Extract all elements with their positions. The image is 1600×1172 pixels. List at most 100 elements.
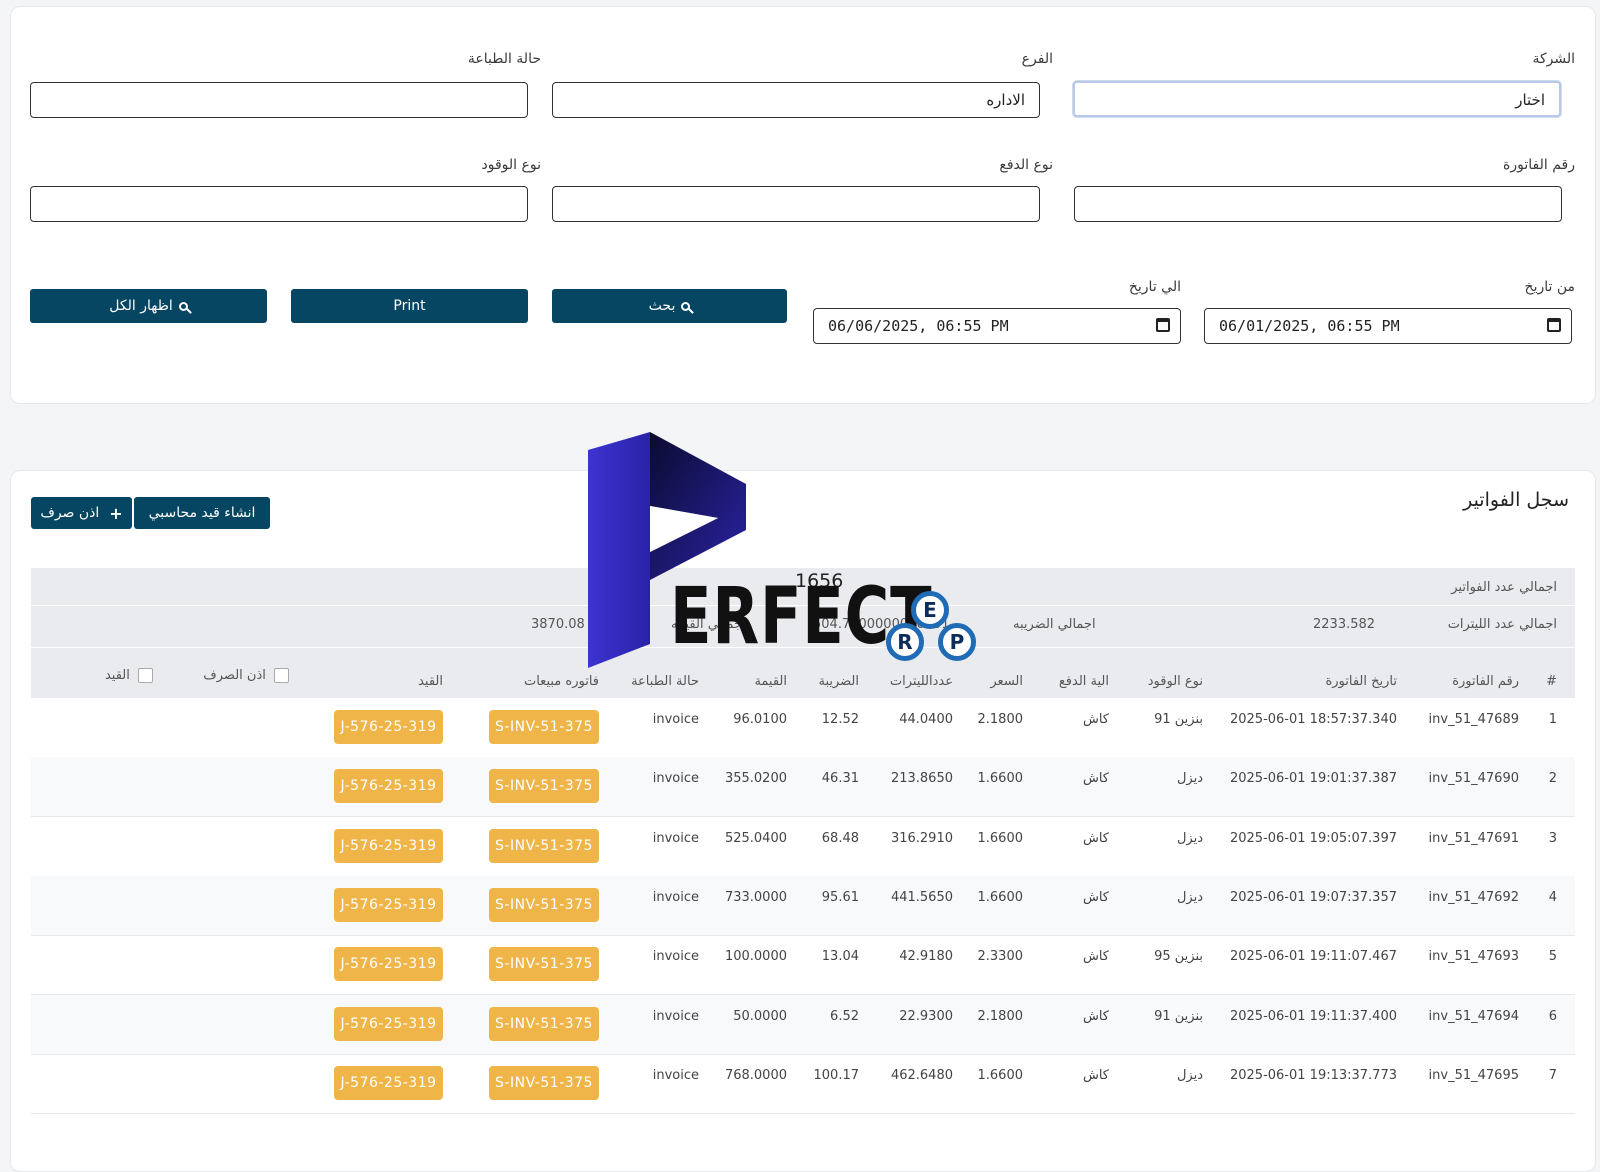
sales-invoice-link[interactable]: S-INV-51-375 <box>489 1006 599 1041</box>
show-all-button-label: اظهار الكل <box>109 298 173 314</box>
calendar-icon[interactable] <box>1547 318 1561 332</box>
payment-type-select[interactable] <box>552 186 1040 222</box>
invoice-no-input[interactable] <box>1074 186 1562 222</box>
search-button[interactable]: بحث <box>552 289 787 323</box>
cell-invoice-no: inv_51_47693 <box>1428 949 1519 965</box>
cell-price: 1.6600 <box>977 830 1024 846</box>
filters-card: الشركة اختار الفرع الاداره حالة الطباعة … <box>10 6 1596 404</box>
col-entry-check: القيد <box>105 668 153 683</box>
cell-num: 1 <box>1548 712 1557 727</box>
logo-letter-circle: R <box>886 623 924 661</box>
cell-invoice-date: 2025-06-01 18:57:37.340 <box>1229 712 1397 727</box>
entry-link[interactable]: J-576-25-319 <box>334 710 443 744</box>
plus-icon: + <box>109 503 123 523</box>
cell-liters: 44.0400 <box>899 712 953 727</box>
entry-select-all-checkbox[interactable] <box>138 668 153 683</box>
cell-fuel-type: ديزل <box>1176 1067 1203 1083</box>
cell-price: 1.6600 <box>977 889 1024 905</box>
disbursement-select-all-checkbox[interactable] <box>274 668 289 683</box>
cell-invoice-no: inv_51_47689 <box>1428 712 1519 727</box>
cell-payment-method: كاش <box>1082 949 1109 965</box>
cell-invoice-date: 2025-06-01 19:07:37.357 <box>1229 889 1397 905</box>
cell-invoice-date: 2025-06-01 19:11:37.400 <box>1229 1008 1397 1024</box>
branch-select[interactable]: الاداره <box>552 82 1040 118</box>
table-row: 5 inv_51_47693 2025-06-01 19:11:07.467 بنزي… <box>31 935 1575 996</box>
sales-invoice-link[interactable]: S-INV-51-375 <box>489 769 599 804</box>
cell-value: 355.0200 <box>724 771 787 787</box>
cell-print-status: invoice <box>652 712 699 727</box>
logo-letter-circle: E <box>911 591 949 629</box>
payment-type-label: نوع الدفع <box>999 157 1053 173</box>
cell-num: 2 <box>1548 771 1557 787</box>
calendar-icon[interactable] <box>1156 318 1170 332</box>
sales-invoice-link[interactable]: S-INV-51-375 <box>489 887 599 922</box>
from-date-input[interactable]: 06/01/2025, 06:55 PM <box>1204 308 1572 344</box>
cell-value: 96.0100 <box>733 712 787 727</box>
cell-price: 2.3300 <box>977 949 1024 965</box>
company-select[interactable]: اختار <box>1073 81 1561 117</box>
col-tax: الضريبة <box>818 674 859 689</box>
print-button[interactable]: Print <box>291 289 528 323</box>
show-all-button[interactable]: اظهار الكل <box>30 289 267 323</box>
col-num: # <box>1546 674 1557 689</box>
cell-tax: 95.61 <box>821 889 859 905</box>
entry-link[interactable]: J-576-25-319 <box>334 769 443 804</box>
disbursement-button[interactable]: + اذن صرف <box>31 497 132 529</box>
cell-fuel-type: بنزين 95 <box>1154 949 1203 965</box>
sales-invoice-link[interactable]: S-INV-51-375 <box>489 1065 599 1100</box>
cell-print-status: invoice <box>652 1067 699 1083</box>
entry-link[interactable]: J-576-25-319 <box>334 1065 443 1100</box>
cell-liters: 462.6480 <box>890 1067 953 1083</box>
sales-invoice-link[interactable]: S-INV-51-375 <box>489 710 599 744</box>
cell-value: 100.0000 <box>724 949 787 965</box>
table-row: 6 inv_51_47694 2025-06-01 19:11:37.400 بنزي… <box>31 994 1575 1055</box>
print-status-select[interactable] <box>30 82 528 118</box>
total-liters-label: اجمالي عدد الليترات <box>1447 617 1557 632</box>
cell-print-status: invoice <box>652 830 699 846</box>
cell-print-status: invoice <box>652 949 699 965</box>
table-row: 3 inv_51_47691 2025-06-01 19:05:07.397 ديزل… <box>31 817 1575 877</box>
col-liters: عددالليترات <box>889 674 953 689</box>
entry-link[interactable]: J-576-25-319 <box>334 947 443 982</box>
to-date-value: 06/06/2025, 06:55 PM <box>828 317 1009 335</box>
create-entry-button[interactable]: انشاء قيد محاسبي <box>134 497 270 529</box>
cell-price: 1.6600 <box>977 1067 1024 1083</box>
cell-fuel-type: بنزين 91 <box>1154 1008 1203 1024</box>
cell-price: 2.1800 <box>977 712 1024 727</box>
cell-liters: 441.5650 <box>890 889 953 905</box>
sales-invoice-link[interactable]: S-INV-51-375 <box>489 947 599 982</box>
table-row: 7 inv_51_47695 2025-06-01 19:13:37.773 ديزل… <box>31 1054 1575 1114</box>
cell-print-status: invoice <box>652 1008 699 1024</box>
cell-tax: 68.48 <box>821 830 859 846</box>
entry-link[interactable]: J-576-25-319 <box>334 1006 443 1041</box>
invoice-no-label: رقم الفاتورة <box>1503 157 1575 173</box>
total-liters-value: 2233.582 <box>1313 617 1376 632</box>
print-status-label: حالة الطباعة <box>467 51 541 67</box>
cell-fuel-type: ديزل <box>1176 830 1203 846</box>
to-date-input[interactable]: 06/06/2025, 06:55 PM <box>813 308 1181 344</box>
table-row: 2 inv_51_47690 2025-06-01 19:01:37.387 ديزل… <box>31 757 1575 818</box>
entry-link[interactable]: J-576-25-319 <box>334 828 443 863</box>
total-tax-label: اجمالي الضريبه <box>1013 617 1096 632</box>
cell-invoice-no: inv_51_47694 <box>1428 1008 1519 1024</box>
cell-payment-method: كاش <box>1082 889 1109 905</box>
create-entry-label: انشاء قيد محاسبي <box>148 505 256 521</box>
total-value-value: 3870.08 <box>531 617 585 632</box>
cell-payment-method: كاش <box>1082 712 1109 727</box>
fuel-type-select[interactable] <box>30 186 528 222</box>
company-label: الشركة <box>1532 51 1575 67</box>
table-row: 4 inv_51_47692 2025-06-01 19:07:37.357 ديزل… <box>31 875 1575 936</box>
col-entry-check-label: القيد <box>104 668 130 683</box>
col-disbursement: اذن الصرف <box>203 668 289 683</box>
cell-invoice-date: 2025-06-01 19:05:07.397 <box>1229 830 1397 846</box>
cell-liters: 22.9300 <box>899 1008 953 1024</box>
cell-fuel-type: ديزل <box>1176 771 1203 787</box>
search-icon <box>681 301 691 311</box>
sales-invoice-link[interactable]: S-INV-51-375 <box>489 828 599 863</box>
col-print-status: حالة الطباعة <box>631 674 699 689</box>
cell-print-status: invoice <box>652 771 699 787</box>
cell-value: 768.0000 <box>724 1067 787 1083</box>
col-price: السعر <box>990 674 1023 689</box>
col-sales-invoice: فاتوره مبيعات <box>523 674 599 689</box>
entry-link[interactable]: J-576-25-319 <box>334 887 443 922</box>
